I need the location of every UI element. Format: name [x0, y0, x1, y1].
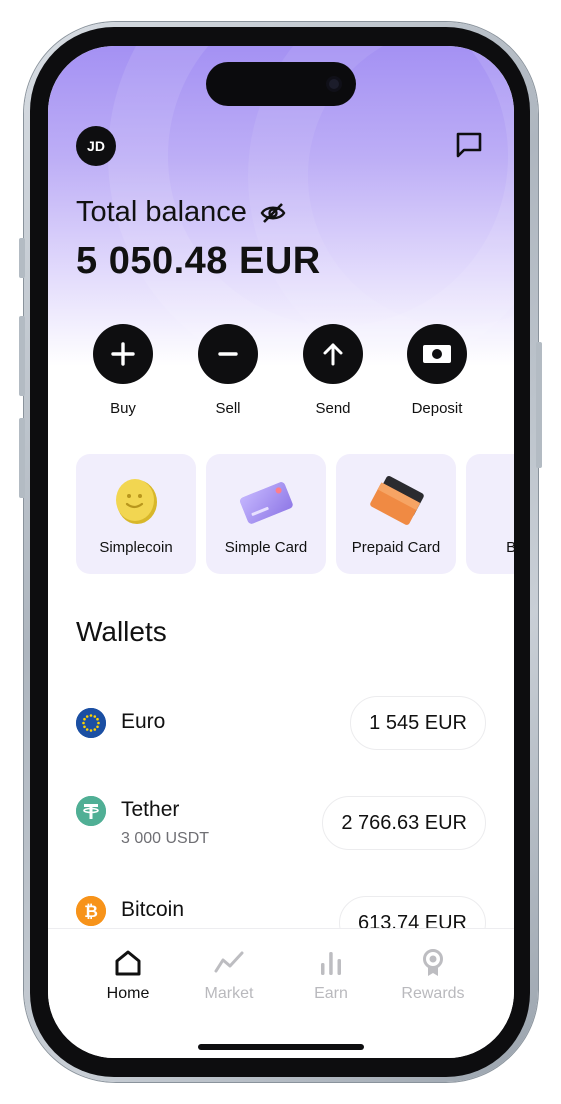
product-cards: Simplecoin Simple Card Prepaid Card B — [76, 454, 514, 574]
coin-icon — [116, 479, 157, 524]
deposit-label: Deposit — [411, 400, 463, 417]
buy-label: Buy — [110, 400, 136, 417]
minus-icon — [218, 352, 238, 356]
wallet-name: Tether — [121, 798, 180, 821]
deposit-button-circle[interactable] — [407, 324, 467, 384]
tab-bar: Home Market Earn Rewards — [48, 928, 514, 1058]
power-button — [536, 342, 542, 468]
wallet-subtitle: 3 000 USDT — [121, 830, 210, 847]
svg-text:₿: ₿ — [84, 902, 98, 922]
card-simplecoin-label: Simplecoin — [99, 539, 173, 556]
tab-rewards-label: Rewards — [401, 985, 465, 1002]
cash-icon — [423, 345, 451, 363]
home-icon — [115, 950, 141, 976]
card-prepaid-card-label: Prepaid Card — [351, 539, 441, 556]
card-buy[interactable]: Buy — [466, 454, 514, 574]
send-label: Send — [315, 400, 351, 417]
card-simple-card[interactable]: Simple Card — [206, 454, 326, 574]
credit-card-icon — [240, 482, 293, 524]
coin-icon — [496, 472, 514, 528]
app-screen: JD Total balance 5 050.48 EUR Buy Sell S… — [48, 46, 514, 1058]
tab-market[interactable]: Market — [179, 929, 279, 1003]
bar-chart-icon — [321, 952, 341, 975]
wallet-name: Bitcoin — [121, 898, 185, 921]
tether-icon — [76, 796, 106, 826]
send-button[interactable]: Send — [288, 324, 378, 417]
volume-up-button — [19, 316, 25, 396]
tab-rewards[interactable]: Rewards — [383, 929, 483, 1003]
deposit-button[interactable]: Deposit — [392, 324, 482, 417]
award-icon — [423, 949, 443, 976]
card-simple-card-label: Simple Card — [224, 539, 308, 556]
wallet-amount: 1 545 EUR — [350, 696, 486, 750]
buy-button-circle[interactable] — [93, 324, 153, 384]
tab-market-label: Market — [204, 985, 254, 1002]
balance-label-text: Total balance — [76, 196, 247, 228]
prepaid-card-icon — [370, 476, 424, 525]
quick-actions: Buy Sell Send Deposit — [48, 324, 514, 424]
tab-home[interactable]: Home — [78, 929, 178, 1003]
avatar[interactable]: JD — [76, 126, 116, 166]
send-button-circle[interactable] — [303, 324, 363, 384]
tab-home-label: Home — [106, 985, 150, 1002]
sell-label: Sell — [215, 400, 241, 417]
sell-button[interactable]: Sell — [183, 324, 273, 417]
wallet-name: Euro — [121, 710, 166, 733]
euro-flag-icon — [76, 708, 106, 738]
wallets-title: Wallets — [76, 616, 167, 647]
bitcoin-icon: ₿ — [76, 896, 106, 926]
card-prepaid-card[interactable]: Prepaid Card — [336, 454, 456, 574]
buy-button[interactable]: Buy — [78, 324, 168, 417]
dynamic-island — [206, 62, 356, 106]
wallet-row-euro[interactable]: Euro 1 545 EUR — [76, 694, 486, 754]
front-camera — [326, 76, 342, 92]
arrow-up-icon — [323, 343, 343, 366]
eye-off-icon[interactable] — [259, 199, 287, 227]
tab-earn[interactable]: Earn — [281, 929, 381, 1003]
sell-button-circle[interactable] — [198, 324, 258, 384]
balance-amount: 5 050.48 EUR — [76, 240, 321, 282]
plus-icon — [111, 342, 135, 366]
action-button — [19, 238, 25, 278]
chat-bubble-icon[interactable] — [454, 130, 484, 160]
chart-line-icon — [214, 951, 244, 973]
tab-earn-label: Earn — [314, 985, 348, 1002]
wallet-amount: 2 766.63 EUR — [322, 796, 486, 850]
card-simplecoin[interactable]: Simplecoin — [76, 454, 196, 574]
volume-down-button — [19, 418, 25, 498]
card-buy-label: Buy — [506, 539, 514, 556]
balance-label: Total balance — [76, 196, 287, 229]
wallet-row-tether[interactable]: Tether 3 000 USDT 2 766.63 EUR — [76, 794, 486, 854]
home-indicator[interactable] — [198, 1044, 364, 1050]
